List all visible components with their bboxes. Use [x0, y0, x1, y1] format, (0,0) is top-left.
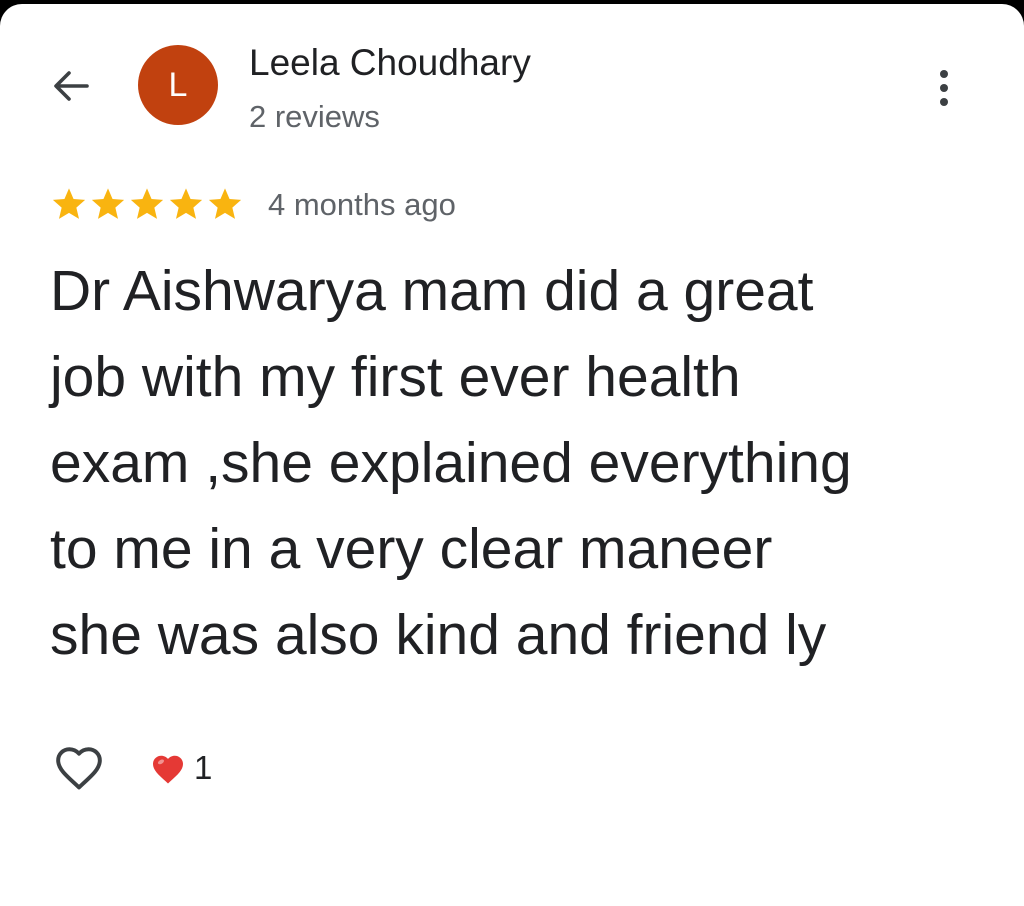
reaction-summary[interactable]: 1	[150, 748, 212, 788]
star-icon	[208, 188, 242, 219]
reviewer-review-count: 2 reviews	[249, 99, 380, 134]
reaction-count: 1	[194, 749, 213, 786]
review-card: L Leela Choudhary 2 reviews 4 months ago…	[0, 4, 1024, 906]
avatar-letter: L	[168, 65, 188, 104]
avatar[interactable]: L	[138, 45, 218, 125]
reviewer-name[interactable]: Leela Choudhary	[249, 40, 531, 86]
review-text: Dr Aishwarya mam did a great job with my…	[50, 259, 852, 667]
review-time: 4 months ago	[268, 187, 456, 222]
star-icon	[130, 188, 164, 219]
arrow-left-icon	[54, 71, 89, 101]
star-icon	[52, 188, 86, 219]
more-options-button[interactable]	[922, 62, 966, 114]
star-icon	[91, 188, 125, 219]
star-rating	[50, 186, 244, 222]
like-button[interactable]	[50, 741, 108, 795]
heart-outline-icon	[56, 747, 102, 790]
more-vertical-icon-dot	[940, 84, 948, 92]
back-button[interactable]	[46, 64, 96, 108]
red-heart-icon	[153, 755, 183, 783]
more-vertical-icon	[940, 70, 948, 78]
more-vertical-icon-dot	[940, 98, 948, 106]
star-icon	[169, 188, 203, 219]
